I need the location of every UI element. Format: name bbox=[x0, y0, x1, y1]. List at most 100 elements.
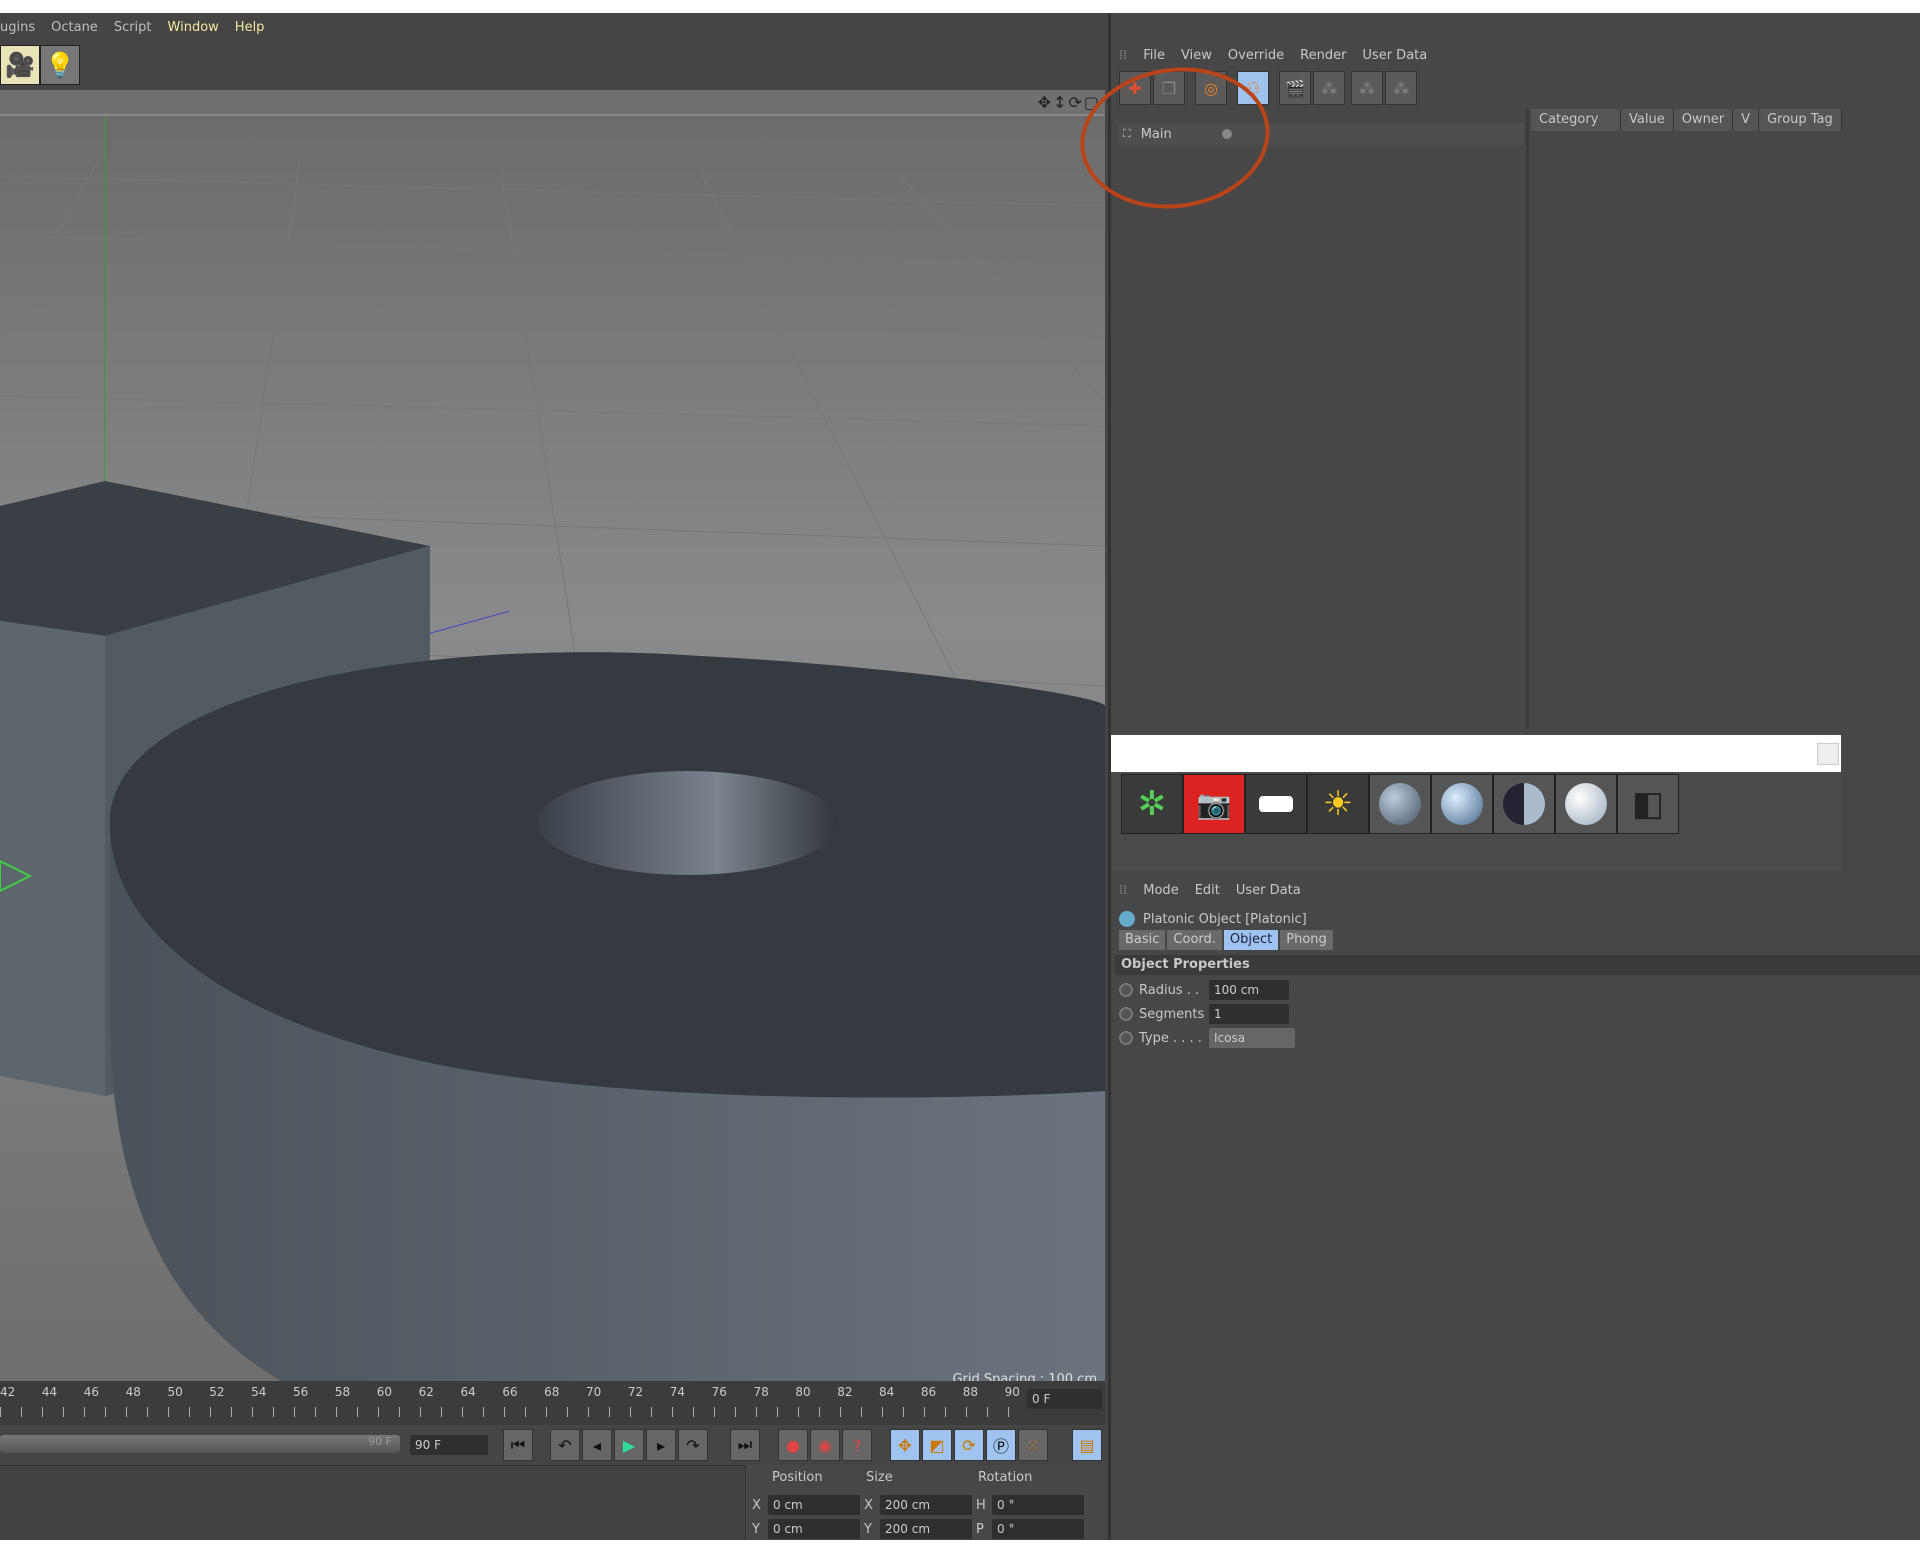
menu-mode[interactable]: Mode bbox=[1143, 883, 1178, 898]
end-frame-field[interactable]: 90 F bbox=[410, 1435, 488, 1455]
col-owner[interactable]: Owner bbox=[1674, 109, 1734, 131]
field-label: Type . . . . bbox=[1139, 1030, 1202, 1046]
go-to-prev-key-icon[interactable]: ↶ bbox=[550, 1429, 580, 1461]
rotation-input[interactable]: 0 ° bbox=[992, 1519, 1084, 1539]
octane-daylight-icon[interactable]: ☀ bbox=[1307, 774, 1369, 834]
timeline-tick-label: 80 bbox=[795, 1385, 811, 1399]
menu-render[interactable]: Render bbox=[1300, 48, 1346, 63]
animate-radio[interactable] bbox=[1119, 1007, 1133, 1021]
key-rotation-icon[interactable]: ⟳ bbox=[954, 1429, 984, 1461]
position-input[interactable]: 0 cm bbox=[768, 1495, 860, 1515]
take-tree-row[interactable]: ⛶ Main bbox=[1119, 123, 1524, 145]
viewport-header: ✥↕⟳▢ bbox=[0, 90, 1105, 116]
octane-area-light-icon[interactable] bbox=[1245, 774, 1307, 834]
col-category[interactable]: Category bbox=[1531, 109, 1621, 131]
col-value[interactable]: Value bbox=[1621, 109, 1674, 131]
light-icon[interactable]: 💡 bbox=[40, 45, 80, 85]
render-marked-icon[interactable]: ⁂ bbox=[1313, 71, 1345, 105]
key-pla-icon[interactable]: ⁙ bbox=[1018, 1429, 1048, 1461]
octane-live-viewer-icon[interactable]: ✲ bbox=[1121, 774, 1183, 834]
override-columns: Category Value Owner V Group Tag bbox=[1531, 109, 1842, 131]
grip-icon: ⁞⁞ bbox=[1119, 883, 1128, 898]
frame-range-slider[interactable]: 90 F bbox=[0, 1435, 400, 1453]
timeline-tick-label: 58 bbox=[334, 1385, 351, 1399]
go-to-end-icon[interactable]: ⏭ bbox=[730, 1429, 760, 1461]
cinema4d-window: ugins Octane Script Window Help 🎥 💡 ✥↕⟳▢… bbox=[0, 13, 1920, 1540]
render-checked-icon[interactable]: ⁂ bbox=[1385, 71, 1417, 105]
octane-mix-material-icon[interactable] bbox=[1555, 774, 1617, 834]
octane-toolbar-window: ✲ 📷 ☀ ◧ bbox=[1111, 735, 1841, 871]
type-dropdown[interactable]: Icosa bbox=[1209, 1028, 1295, 1048]
record-key-icon[interactable]: ● bbox=[778, 1429, 808, 1461]
expand-icon[interactable]: ⛶ bbox=[1123, 127, 1131, 141]
menu-view[interactable]: View bbox=[1181, 48, 1212, 63]
clone-take-icon[interactable]: ❐ bbox=[1153, 71, 1185, 105]
col-group-tag[interactable]: Group Tag bbox=[1759, 109, 1842, 131]
segments-input[interactable]: 1 bbox=[1209, 1004, 1289, 1024]
menu-octane[interactable]: Octane bbox=[51, 20, 98, 35]
tab-coord[interactable]: Coord. bbox=[1167, 930, 1222, 950]
step-forward-icon[interactable]: ▸ bbox=[646, 1429, 676, 1461]
current-frame-field[interactable]: 0 F bbox=[1027, 1389, 1102, 1409]
menu-script[interactable]: Script bbox=[114, 20, 152, 35]
menu-window[interactable]: Window bbox=[168, 20, 219, 35]
pane-divider[interactable] bbox=[1526, 109, 1529, 729]
animate-radio[interactable] bbox=[1119, 1031, 1133, 1045]
tab-phong[interactable]: Phong bbox=[1280, 930, 1333, 950]
menu-user-data[interactable]: User Data bbox=[1362, 48, 1427, 63]
autokey-icon[interactable]: ◉ bbox=[810, 1429, 840, 1461]
3d-viewport[interactable]: Grid Spacing : 100 cm bbox=[0, 116, 1105, 1391]
timeline-tick-label: 68 bbox=[544, 1385, 560, 1399]
main-toolbar: 🎥 💡 bbox=[0, 45, 80, 85]
render-take-icon[interactable]: 🎬 bbox=[1279, 71, 1311, 105]
axis-label: Y bbox=[752, 1521, 760, 1537]
auto-take-icon[interactable]: ⚇ bbox=[1237, 71, 1269, 105]
close-icon[interactable] bbox=[1817, 743, 1839, 765]
col-v[interactable]: V bbox=[1733, 109, 1760, 131]
take-main[interactable]: Main bbox=[1141, 127, 1172, 142]
render-all-icon[interactable]: ⁂ bbox=[1351, 71, 1383, 105]
timeline-scheme-icon[interactable]: ▤ bbox=[1072, 1429, 1102, 1461]
menu-user-data[interactable]: User Data bbox=[1236, 883, 1301, 898]
menu-edit[interactable]: Edit bbox=[1195, 883, 1220, 898]
key-parameter-icon[interactable]: Ⓟ bbox=[986, 1429, 1016, 1461]
timeline-tick-label: 64 bbox=[460, 1385, 476, 1399]
right-panel: ⁞⁞ File View Override Render User Data ✚… bbox=[1108, 13, 1920, 1540]
position-input[interactable]: 0 cm bbox=[768, 1519, 860, 1539]
keyframe-selection-icon[interactable]: ? bbox=[842, 1429, 872, 1461]
add-take-icon[interactable]: ✚ bbox=[1119, 71, 1151, 105]
range-end-label: 90 F bbox=[368, 1435, 392, 1448]
viewport-nav-icons[interactable]: ✥↕⟳▢ bbox=[1038, 93, 1101, 112]
take-checkbox-dot[interactable] bbox=[1221, 129, 1232, 139]
menu-help[interactable]: Help bbox=[235, 20, 265, 35]
octane-object-tag-icon[interactable]: ◧ bbox=[1617, 774, 1679, 834]
timeline-ruler[interactable]: 42 44 46 48 50 52 54 56 58 60 62 64 66 68 70 72 74 76 78 80… bbox=[0, 1381, 1105, 1425]
play-icon[interactable]: ▶ bbox=[614, 1429, 644, 1461]
rotation-input[interactable]: 0 ° bbox=[992, 1495, 1084, 1515]
override-icon[interactable]: ◎ bbox=[1195, 71, 1227, 105]
tab-object[interactable]: Object bbox=[1223, 930, 1279, 950]
octane-camera-icon[interactable]: 📷 bbox=[1183, 774, 1245, 834]
menu-plugins[interactable]: ugins bbox=[0, 20, 35, 35]
step-back-icon[interactable]: ◂ bbox=[582, 1429, 612, 1461]
playback-bar: 90 F 90 F ⏮ ↶ ◂ ▶ ▸ ↷ ⏭ ● ◉ ? ✥ ◩ ⟳ Ⓟ ⁙ … bbox=[0, 1425, 1105, 1465]
octane-window-titlebar[interactable] bbox=[1111, 735, 1841, 772]
radius-input[interactable]: 100 cm bbox=[1209, 980, 1289, 1000]
key-position-icon[interactable]: ✥ bbox=[890, 1429, 920, 1461]
field-label: Segments bbox=[1139, 1006, 1205, 1022]
axis-label: X bbox=[864, 1497, 873, 1513]
octane-specular-material-icon[interactable] bbox=[1493, 774, 1555, 834]
menu-override[interactable]: Override bbox=[1228, 48, 1284, 63]
timeline-tick-label: 78 bbox=[753, 1385, 769, 1399]
octane-glossy-material-icon[interactable] bbox=[1431, 774, 1493, 834]
go-to-start-icon[interactable]: ⏮ bbox=[503, 1429, 533, 1461]
menu-file[interactable]: File bbox=[1143, 48, 1165, 63]
size-input[interactable]: 200 cm bbox=[880, 1495, 972, 1515]
camera-icon[interactable]: 🎥 bbox=[0, 45, 40, 85]
octane-diffuse-material-icon[interactable] bbox=[1369, 774, 1431, 834]
animate-radio[interactable] bbox=[1119, 983, 1133, 997]
key-scale-icon[interactable]: ◩ bbox=[922, 1429, 952, 1461]
size-input[interactable]: 200 cm bbox=[880, 1519, 972, 1539]
tab-basic[interactable]: Basic bbox=[1119, 930, 1166, 950]
go-to-next-key-icon[interactable]: ↷ bbox=[678, 1429, 708, 1461]
